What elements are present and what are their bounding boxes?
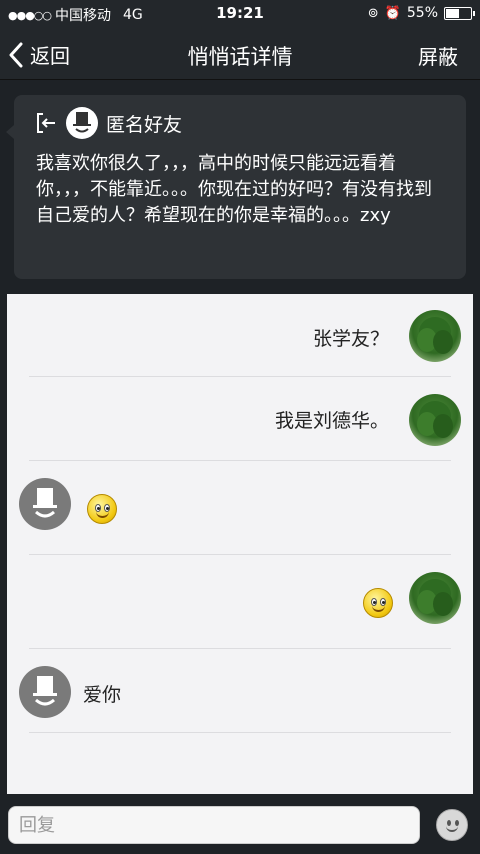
reply-input[interactable] [8, 806, 420, 844]
secret-message-card: 匿名好友 我喜欢你很久了，，，高中的时候只能远远看着你，，，不能靠近。。。你现在… [6, 95, 466, 279]
divider [29, 376, 451, 377]
alarm-icon: ⏰ [384, 5, 401, 21]
top-hat-icon [73, 112, 91, 133]
top-hat-icon [33, 488, 57, 518]
message-text: 我喜欢你很久了，，，高中的时候只能远远看着你，，，不能靠近。。。你现在过的好吗？… [36, 153, 432, 226]
card-header: 匿名好友 [34, 107, 182, 139]
chat-row [7, 462, 473, 556]
battery-fill [446, 8, 460, 18]
orientation-lock-icon: ⊚ [367, 5, 379, 21]
sender-name: 匿名好友 [106, 113, 183, 136]
exit-icon[interactable] [34, 111, 58, 135]
anonymous-avatar[interactable] [19, 666, 71, 718]
page-title: 悄悄话详情 [187, 45, 293, 69]
block-button[interactable]: 屏蔽 [418, 41, 458, 70]
chat-list: 张学友？ 我是刘德华。 爱你 [7, 294, 473, 794]
divider [29, 460, 451, 461]
reply-bar [0, 797, 480, 854]
avatar[interactable] [409, 310, 461, 362]
battery-icon [444, 6, 475, 20]
anonymous-avatar[interactable] [19, 478, 71, 530]
chat-row [7, 556, 473, 650]
top-hat-icon [33, 676, 57, 706]
chat-row: 我是刘德华。 [7, 378, 473, 462]
message-text: 我是刘德华。 [274, 410, 389, 432]
avatar[interactable] [409, 572, 461, 624]
nav-bar: 返回 悄悄话详情 屏蔽 [0, 28, 480, 80]
divider [29, 732, 451, 733]
smiley-icon [87, 494, 117, 524]
message-text: 爱你 [83, 684, 122, 706]
tree-icon [417, 401, 453, 438]
chat-row: 爱你 [7, 650, 473, 734]
smiley-icon [363, 588, 393, 618]
emoji-button[interactable] [436, 809, 468, 841]
chat-row: 张学友？ [7, 294, 473, 378]
tree-icon [417, 579, 453, 616]
message-text: 张学友？ [312, 328, 389, 350]
tree-icon [417, 317, 453, 354]
battery-percent: 55% [406, 5, 438, 21]
divider [29, 554, 451, 555]
status-right: ⊚ ⏰ 55% [367, 5, 475, 21]
anonymous-avatar [66, 107, 98, 139]
divider [29, 648, 451, 649]
status-bar: ●●●○○ 中国移动 4G 19:21 ⊚ ⏰ 55% [0, 0, 480, 28]
avatar[interactable] [409, 394, 461, 446]
